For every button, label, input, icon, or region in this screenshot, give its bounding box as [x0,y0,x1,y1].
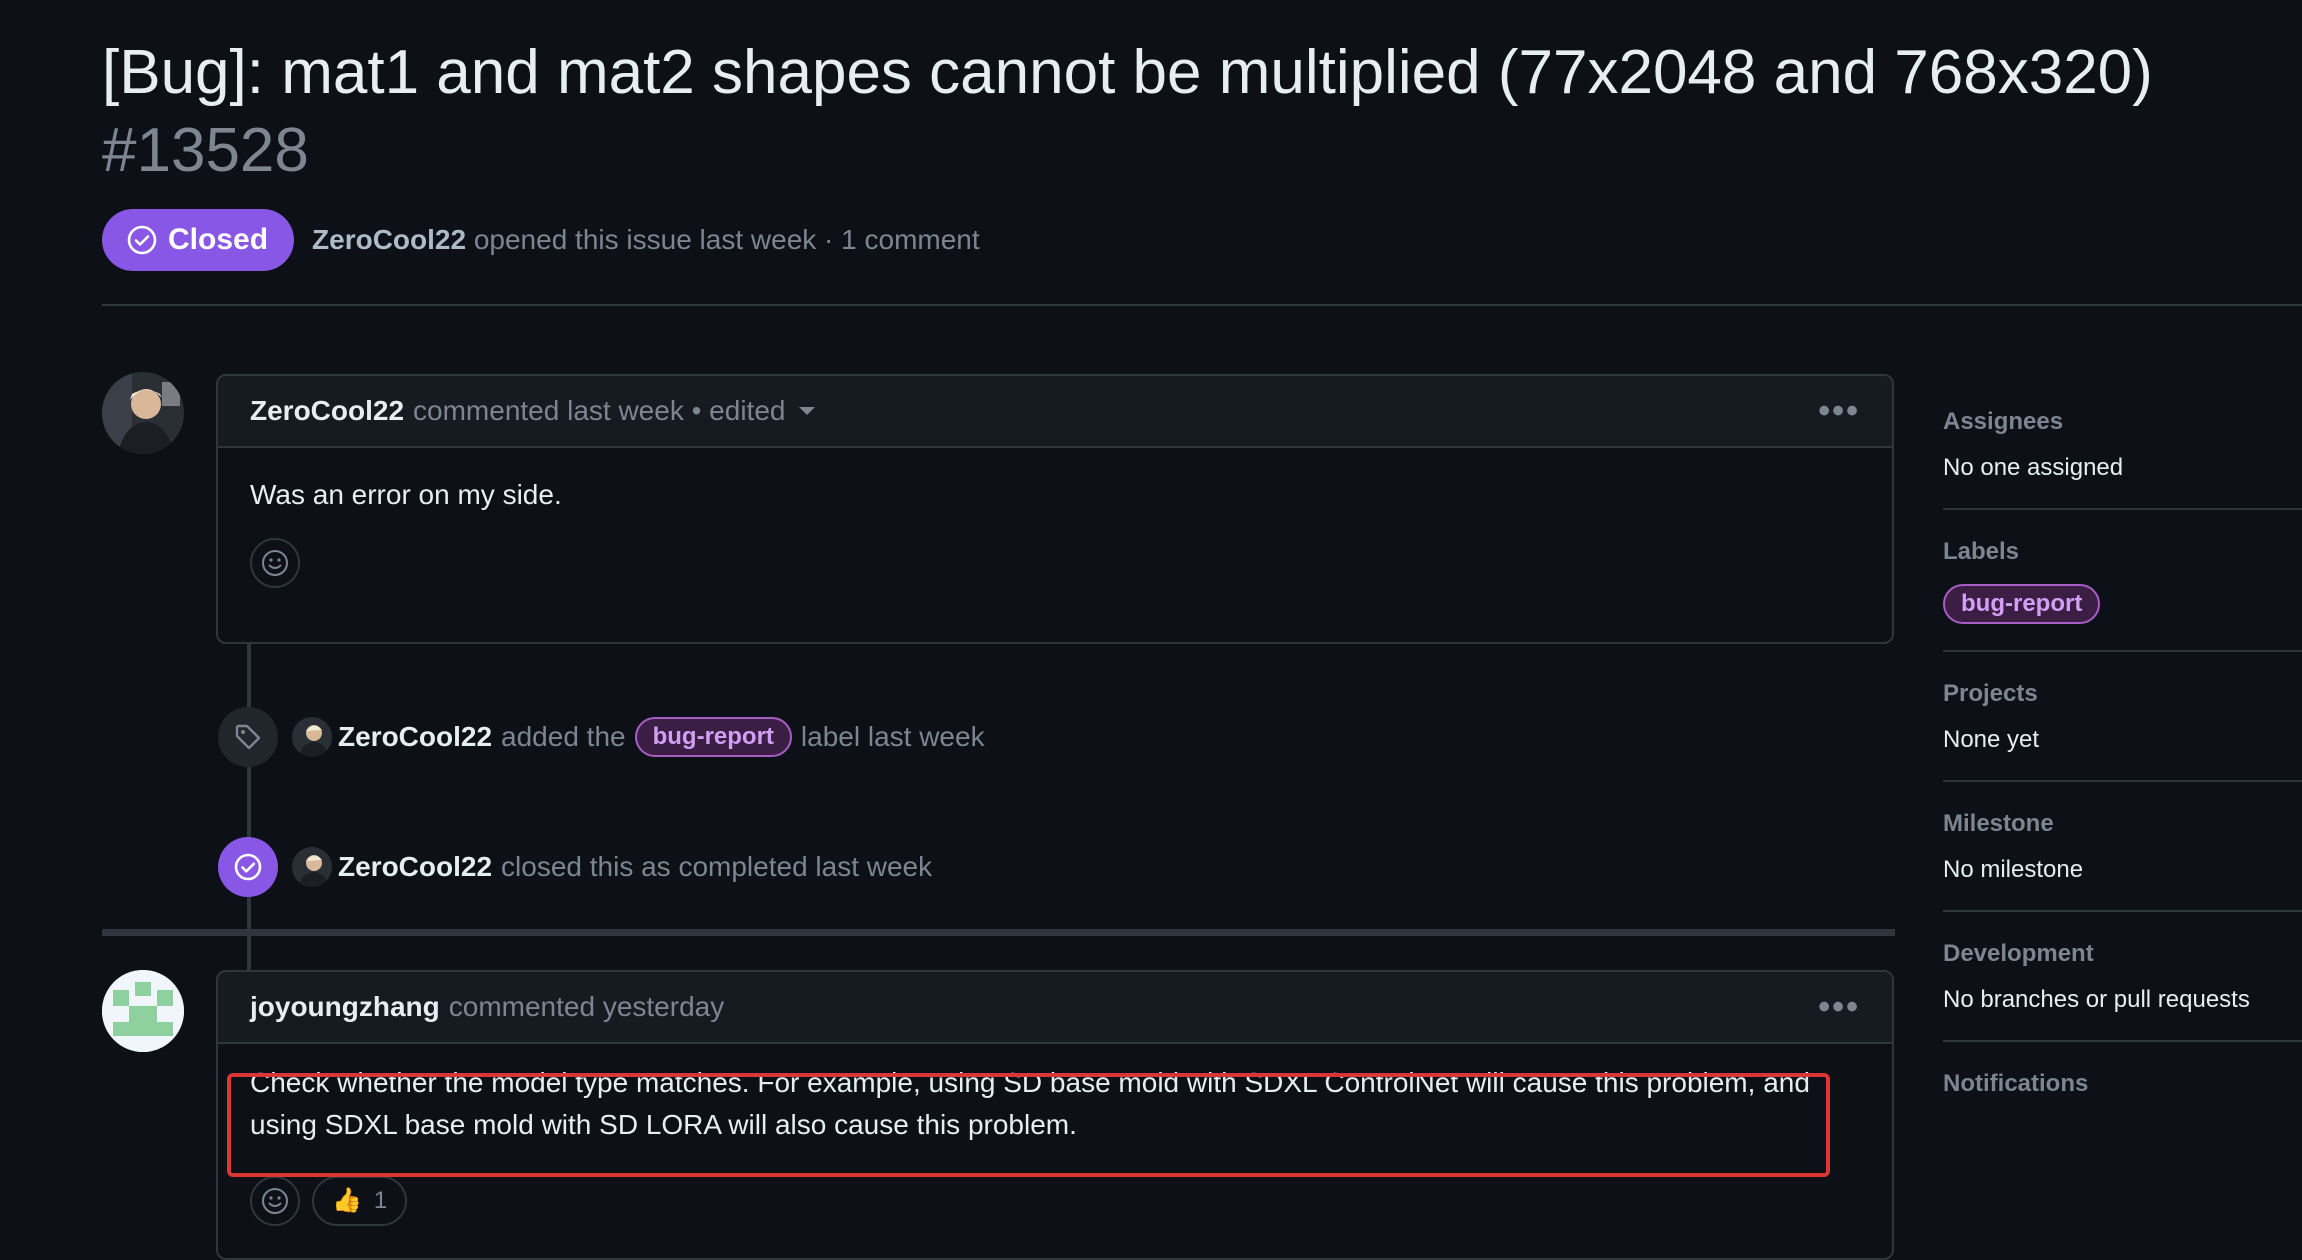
comment-body: Was an error on my side. [218,448,1892,614]
avatar[interactable] [102,970,184,1052]
meta-rest: opened this issue last week · 1 comment [473,223,980,255]
reaction-count: 1 [373,1187,388,1214]
kebab-horizontal-icon[interactable]: ••• [1818,988,1860,1027]
smiley-icon [262,550,288,576]
add-reaction-button[interactable] [250,538,300,588]
sidebar-value: No branches or pull requests [1943,986,2250,1013]
comment-text: Check whether the model type matches. Fo… [250,1067,1810,1140]
comment-header-text[interactable]: commented last week • edited [413,395,785,427]
event-text-pre: added the [501,721,626,752]
sidebar-heading[interactable]: Assignees [1943,408,2302,436]
check-circle-icon [218,837,278,897]
sidebar-heading[interactable]: Projects [1943,680,2302,708]
identicon-avatar [102,970,184,1052]
state-badge: Closed [102,208,295,271]
comment-body: Check whether the model type matches. Fo… [218,1044,1892,1252]
sidebar-notifications[interactable]: Notifications [1943,1042,2302,1142]
avatar[interactable] [292,847,332,887]
comment-card: ZeroCool22 commented last week • edited … [216,374,1894,644]
sidebar-labels[interactable]: Labels bug-report [1943,510,2302,652]
header-divider [102,304,2302,306]
comment-header-text: commented yesterday [448,991,725,1022]
comment-card: joyoungzhang commented yesterday ••• Che… [216,970,1894,1260]
sidebar-heading[interactable]: Development [1943,940,2302,968]
thumbs-up-icon: 👍 [332,1187,362,1214]
meta-text: ZeroCool22 opened this issue last week ·… [312,224,980,256]
sidebar-assignees[interactable]: Assignees No one assigned [1943,380,2302,510]
add-reaction-button[interactable] [250,1176,300,1226]
reaction-thumbs-up-button[interactable]: 👍 1 [312,1176,408,1226]
sidebar-heading[interactable]: Labels [1943,538,2302,566]
tag-icon [218,707,278,767]
smiley-icon [262,1188,288,1214]
user-avatar-image [102,372,184,454]
sidebar-heading[interactable]: Notifications [1943,1070,2302,1098]
avatar[interactable] [102,372,184,454]
issue-title: [Bug]: mat1 and mat2 shapes cannot be mu… [102,34,2252,190]
issue-sidebar: Assignees No one assigned Labels bug-rep… [1943,380,2302,1142]
sidebar-heading[interactable]: Milestone [1943,810,2302,838]
event-actor-link[interactable]: ZeroCool22 [338,851,492,883]
comment-author-link[interactable]: joyoungzhang [250,991,440,1023]
event-actor-link[interactable]: ZeroCool22 [338,721,492,753]
comment-header: ZeroCool22 commented last week • edited … [218,376,1892,448]
event-text-post: label last week [800,721,985,752]
caret-down-icon[interactable] [799,407,816,415]
issue-number: #13528 [102,116,309,185]
timeline-event-closed: ZeroCool22 closed this as completed last… [218,837,932,897]
sidebar-projects[interactable]: Projects None yet [1943,652,2302,782]
kebab-horizontal-icon[interactable]: ••• [1818,392,1860,431]
issue-meta: Closed ZeroCool22 opened this issue last… [102,208,980,271]
label-bug-report[interactable]: bug-report [1943,584,2101,624]
sidebar-value: No milestone [1943,856,2084,883]
timeline-divider [102,929,1895,936]
sidebar-value: None yet [1943,726,2040,753]
comment-author-link[interactable]: ZeroCool22 [250,395,404,427]
timeline-event-labeled: ZeroCool22 added the bug-report label la… [218,707,985,767]
timeline-line [247,640,251,970]
check-circle-icon [127,225,157,254]
avatar[interactable] [292,717,332,757]
sidebar-development[interactable]: Development No branches or pull requests [1943,912,2302,1042]
comment-text: Was an error on my side. [250,479,562,510]
sidebar-value: No one assigned [1943,454,2124,481]
issue-author-link[interactable]: ZeroCool22 [312,224,466,255]
issue-title-text: [Bug]: mat1 and mat2 shapes cannot be mu… [102,38,2153,107]
label-bug-report[interactable]: bug-report [634,717,792,757]
event-text: closed this as completed last week [501,851,933,882]
comment-header: joyoungzhang commented yesterday ••• [218,972,1892,1044]
state-label: Closed [168,222,269,256]
sidebar-milestone[interactable]: Milestone No milestone [1943,782,2302,912]
